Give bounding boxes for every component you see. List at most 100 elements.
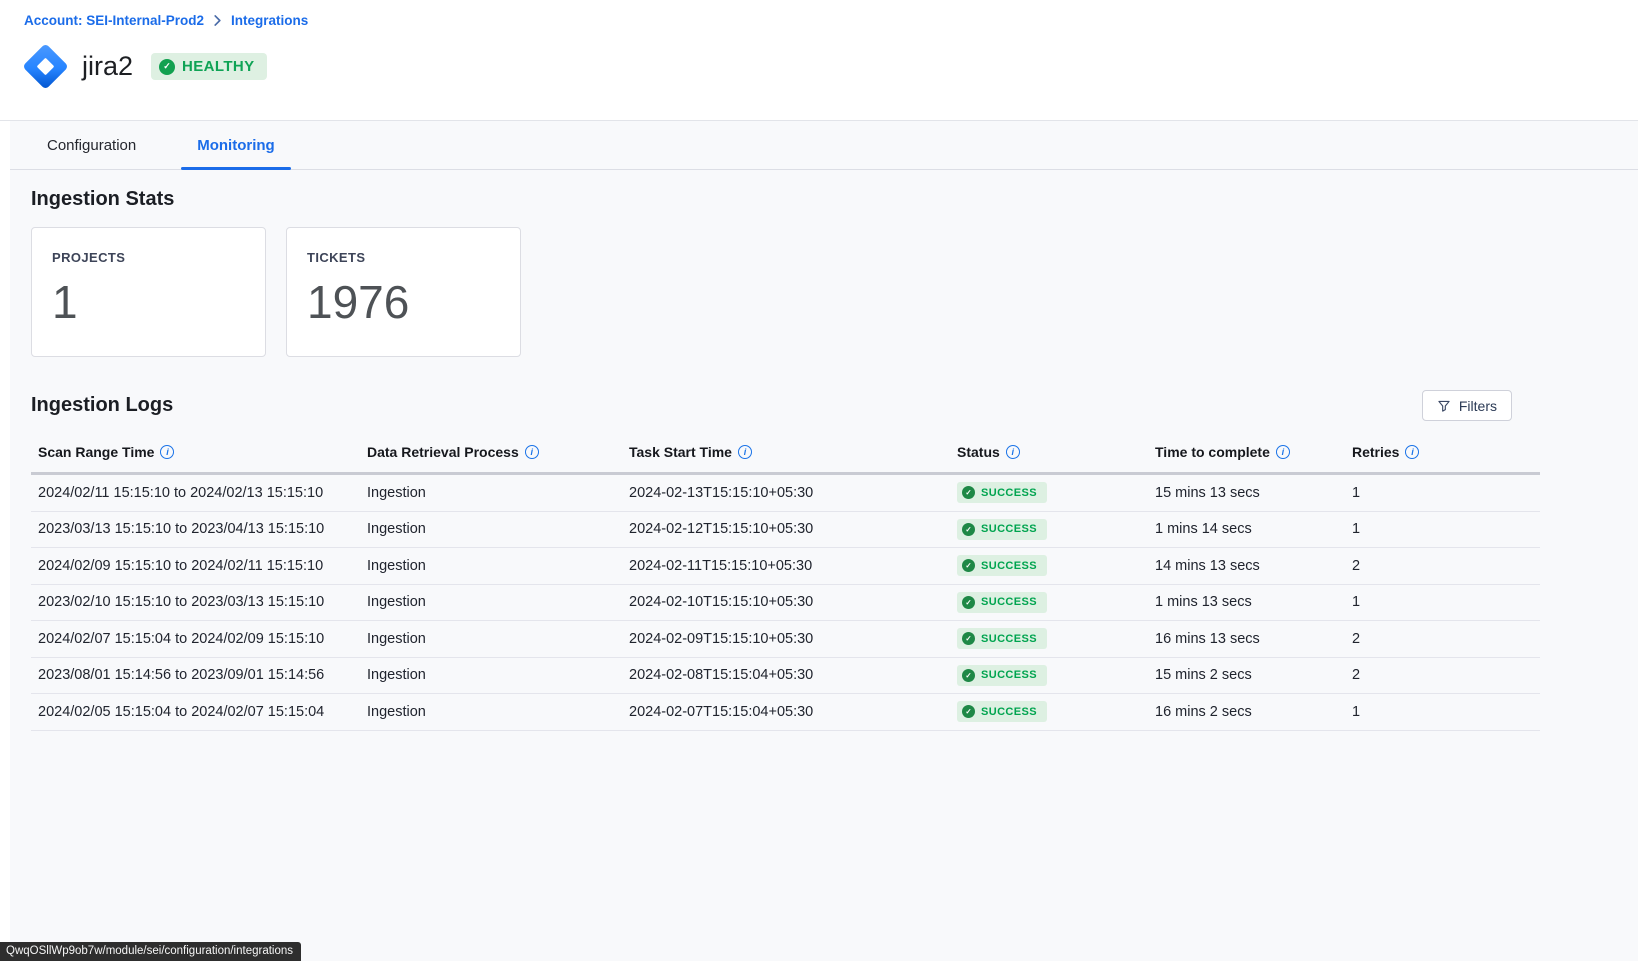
info-icon[interactable]: i [1006, 445, 1020, 459]
table-row[interactable]: 2023/02/10 15:15:10 to 2023/03/13 15:15:… [31, 585, 1540, 622]
table-row[interactable]: 2023/08/01 15:14:56 to 2023/09/01 15:14:… [31, 658, 1540, 695]
cell-retries: 2 [1345, 631, 1540, 647]
chevron-right-icon [213, 15, 222, 26]
table-column-header[interactable]: Task Start Time i [622, 444, 950, 460]
check-icon: ✓ [159, 59, 175, 75]
ingestion-logs-title: Ingestion Logs [31, 394, 173, 417]
integration-name: jira2 [82, 51, 133, 82]
stats-cards: PROJECTS 1 TICKETS 1976 [31, 227, 1617, 357]
check-icon: ✓ [962, 632, 975, 645]
breadcrumb-account-link[interactable]: Account: SEI-Internal-Prod2 [24, 13, 204, 28]
tab-bar: Configuration Monitoring [10, 121, 1638, 170]
status-badge: ✓ SUCCESS [957, 482, 1047, 503]
column-header-label: Status [957, 444, 1000, 460]
info-icon[interactable]: i [160, 445, 174, 459]
column-header-label: Retries [1352, 444, 1399, 460]
cell-task-start: 2024-02-07T15:15:04+05:30 [622, 704, 950, 720]
info-icon[interactable]: i [1405, 445, 1419, 459]
status-badge-label: SUCCESS [981, 669, 1037, 681]
status-badge: ✓ SUCCESS [957, 701, 1047, 722]
check-icon: ✓ [962, 596, 975, 609]
health-status-badge: ✓ HEALTHY [151, 53, 267, 80]
cell-retries: 1 [1345, 704, 1540, 720]
stat-card-label: TICKETS [307, 250, 500, 265]
cell-duration: 14 mins 13 secs [1148, 558, 1345, 574]
cell-scan-range: 2024/02/07 15:15:04 to 2024/02/09 15:15:… [31, 631, 360, 647]
health-badge-label: HEALTHY [182, 58, 255, 75]
status-badge-label: SUCCESS [981, 596, 1037, 608]
check-icon: ✓ [962, 669, 975, 682]
info-icon[interactable]: i [525, 445, 539, 459]
ingestion-logs-table: Scan Range Time i Data Retrieval Process… [31, 435, 1540, 731]
ingestion-stats-title: Ingestion Stats [31, 188, 1617, 211]
cell-scan-range: 2023/08/01 15:14:56 to 2023/09/01 15:14:… [31, 667, 360, 683]
tab-configuration[interactable]: Configuration [31, 121, 152, 169]
cell-duration: 15 mins 2 secs [1148, 667, 1345, 683]
cell-status: ✓ SUCCESS [950, 665, 1148, 686]
tab-monitoring[interactable]: Monitoring [181, 121, 290, 169]
check-icon: ✓ [962, 559, 975, 572]
cell-status: ✓ SUCCESS [950, 701, 1148, 722]
cell-task-start: 2024-02-09T15:15:10+05:30 [622, 631, 950, 647]
cell-process: Ingestion [360, 521, 622, 537]
cell-status: ✓ SUCCESS [950, 555, 1148, 576]
check-icon: ✓ [962, 486, 975, 499]
status-badge: ✓ SUCCESS [957, 628, 1047, 649]
cell-status: ✓ SUCCESS [950, 482, 1148, 503]
table-column-header[interactable]: Data Retrieval Process i [360, 444, 622, 460]
stat-card-label: PROJECTS [52, 250, 245, 265]
cell-duration: 15 mins 13 secs [1148, 485, 1345, 501]
cell-duration: 1 mins 13 secs [1148, 594, 1345, 610]
table-header-row: Scan Range Time i Data Retrieval Process… [31, 435, 1540, 475]
breadcrumb-integrations-link[interactable]: Integrations [231, 13, 308, 28]
cell-process: Ingestion [360, 485, 622, 501]
stat-card-value: 1976 [307, 275, 500, 329]
cell-status: ✓ SUCCESS [950, 592, 1148, 613]
cell-process: Ingestion [360, 667, 622, 683]
table-column-header[interactable]: Scan Range Time i [31, 444, 360, 460]
status-badge-label: SUCCESS [981, 560, 1037, 572]
table-column-header[interactable]: Status i [950, 444, 1148, 460]
cell-process: Ingestion [360, 594, 622, 610]
info-icon[interactable]: i [1276, 445, 1290, 459]
table-row[interactable]: 2023/03/13 15:15:10 to 2023/04/13 15:15:… [31, 512, 1540, 549]
status-badge-label: SUCCESS [981, 633, 1037, 645]
table-row[interactable]: 2024/02/07 15:15:04 to 2024/02/09 15:15:… [31, 621, 1540, 658]
cell-scan-range: 2024/02/09 15:15:10 to 2024/02/11 15:15:… [31, 558, 360, 574]
table-row[interactable]: 2024/02/11 15:15:10 to 2024/02/13 15:15:… [31, 475, 1540, 512]
main-content: Configuration Monitoring Ingestion Stats… [10, 121, 1638, 961]
cell-process: Ingestion [360, 631, 622, 647]
breadcrumb: Account: SEI-Internal-Prod2 Integrations [24, 13, 308, 28]
check-icon: ✓ [962, 523, 975, 536]
cell-duration: 1 mins 14 secs [1148, 521, 1345, 537]
column-header-label: Task Start Time [629, 444, 732, 460]
cell-retries: 2 [1345, 667, 1540, 683]
cell-process: Ingestion [360, 558, 622, 574]
table-row[interactable]: 2024/02/05 15:15:04 to 2024/02/07 15:15:… [31, 694, 1540, 731]
cell-task-start: 2024-02-12T15:15:10+05:30 [622, 521, 950, 537]
cell-task-start: 2024-02-08T15:15:04+05:30 [622, 667, 950, 683]
cell-duration: 16 mins 2 secs [1148, 704, 1345, 720]
cell-retries: 2 [1345, 558, 1540, 574]
cell-scan-range: 2024/02/05 15:15:04 to 2024/02/07 15:15:… [31, 704, 360, 720]
status-badge-label: SUCCESS [981, 523, 1037, 535]
filters-button[interactable]: Filters [1422, 390, 1512, 421]
status-badge: ✓ SUCCESS [957, 519, 1047, 540]
url-preview-tooltip: QwqOSllWp9ob7w/module/sei/configuration/… [0, 942, 301, 961]
cell-scan-range: 2023/03/13 15:15:10 to 2023/04/13 15:15:… [31, 521, 360, 537]
cell-task-start: 2024-02-13T15:15:10+05:30 [622, 485, 950, 501]
cell-scan-range: 2024/02/11 15:15:10 to 2024/02/13 15:15:… [31, 485, 360, 501]
table-column-header[interactable]: Time to complete i [1148, 444, 1345, 460]
column-header-label: Time to complete [1155, 444, 1270, 460]
table-row[interactable]: 2024/02/09 15:15:10 to 2024/02/11 15:15:… [31, 548, 1540, 585]
info-icon[interactable]: i [738, 445, 752, 459]
table-column-header[interactable]: Retries i [1345, 444, 1540, 460]
status-badge: ✓ SUCCESS [957, 665, 1047, 686]
check-icon: ✓ [962, 705, 975, 718]
filters-button-label: Filters [1459, 398, 1497, 414]
status-badge-label: SUCCESS [981, 706, 1037, 718]
status-badge: ✓ SUCCESS [957, 555, 1047, 576]
status-badge: ✓ SUCCESS [957, 592, 1047, 613]
cell-task-start: 2024-02-11T15:15:10+05:30 [622, 558, 950, 574]
cell-duration: 16 mins 13 secs [1148, 631, 1345, 647]
